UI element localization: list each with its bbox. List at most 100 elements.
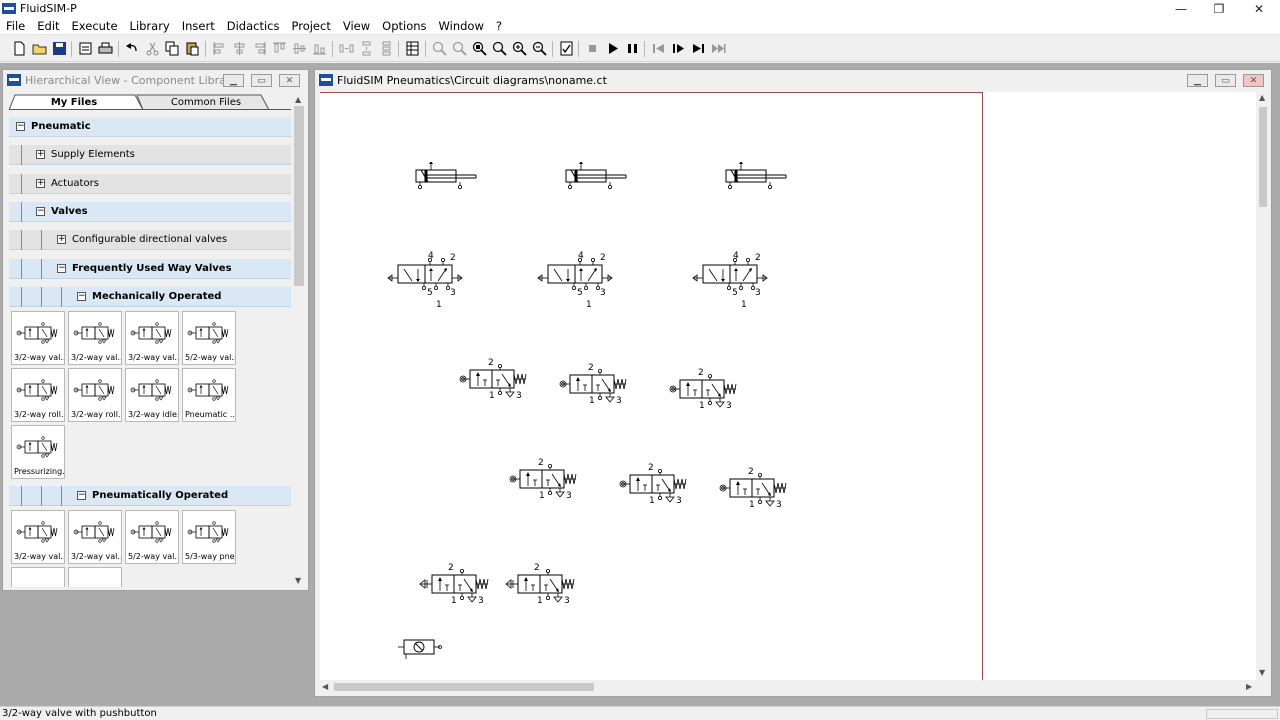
- library-scrollbar[interactable]: ▲ ▼: [292, 94, 306, 588]
- align-center-icon[interactable]: [231, 40, 248, 57]
- parts-list-icon[interactable]: [404, 40, 421, 57]
- cut-icon[interactable]: [144, 40, 161, 57]
- collapse-icon[interactable]: −: [16, 122, 25, 131]
- three-two-way-valve[interactable]: 2 1 3: [418, 563, 490, 609]
- scroll-up-icon[interactable]: ▲: [295, 95, 301, 104]
- menu-help[interactable]: ?: [490, 19, 508, 33]
- tree-node-configurable-valves[interactable]: + Configurable directional valves: [9, 230, 291, 250]
- tree-node-actuators[interactable]: + Actuators: [9, 174, 291, 194]
- minimize-button[interactable]: —: [1162, 0, 1200, 17]
- stop-icon[interactable]: [584, 40, 601, 57]
- zoom-previous-icon[interactable]: [451, 40, 468, 57]
- print-icon[interactable]: [97, 40, 114, 57]
- menu-window[interactable]: Window: [433, 19, 490, 33]
- three-two-way-valve[interactable]: 2 1 3: [458, 358, 530, 404]
- component-tile[interactable]: 3/2-way roll...: [11, 368, 65, 422]
- copy-icon[interactable]: [164, 40, 181, 57]
- new-file-icon[interactable]: [11, 40, 28, 57]
- zoom-fit-icon[interactable]: [431, 40, 448, 57]
- diagram-minimize-button[interactable]: ▁: [1187, 74, 1208, 87]
- double-acting-cylinder[interactable]: [412, 162, 482, 192]
- align-top-icon[interactable]: [271, 40, 288, 57]
- tree-node-pneumatically-operated[interactable]: − Pneumatically Operated: [9, 486, 291, 506]
- component-tile[interactable]: 3/2-way idle...: [125, 368, 179, 422]
- check-drawing-icon[interactable]: [558, 40, 575, 57]
- menu-didactics[interactable]: Didactics: [221, 19, 286, 33]
- distribute-horizontal-icon[interactable]: [338, 40, 355, 57]
- expand-icon[interactable]: +: [57, 235, 66, 244]
- tree-node-pneumatic[interactable]: − Pneumatic: [9, 117, 291, 137]
- zoom-window-icon[interactable]: [471, 40, 488, 57]
- fast-forward-icon[interactable]: [710, 40, 727, 57]
- menu-file[interactable]: File: [0, 19, 31, 33]
- three-two-way-valve[interactable]: 2 1 3: [504, 563, 576, 609]
- distribute-icon[interactable]: [378, 40, 395, 57]
- component-tile[interactable]: 5/3-way pne...: [182, 510, 236, 564]
- menu-project[interactable]: Project: [285, 19, 336, 33]
- align-right-icon[interactable]: [251, 40, 268, 57]
- print-preview-icon[interactable]: [77, 40, 94, 57]
- close-button[interactable]: ✕: [1240, 0, 1278, 17]
- diagram-horizontal-scrollbar[interactable]: ◀ ▶: [320, 680, 1256, 694]
- five-two-way-valve[interactable]: 4 2 5 3 1: [691, 251, 771, 310]
- diagram-vertical-scrollbar[interactable]: ▲ ▼: [1256, 92, 1270, 680]
- scroll-right-icon[interactable]: ▶: [1246, 682, 1252, 691]
- component-tile[interactable]: [11, 567, 65, 587]
- align-bottom-icon[interactable]: [311, 40, 328, 57]
- scroll-left-icon[interactable]: ◀: [322, 682, 328, 691]
- expand-icon[interactable]: +: [36, 150, 45, 159]
- scroll-down-icon[interactable]: ▼: [1259, 668, 1265, 677]
- simulate-to-end-icon[interactable]: [690, 40, 707, 57]
- tree-node-valves[interactable]: − Valves: [9, 202, 291, 222]
- scroll-down-icon[interactable]: ▼: [295, 576, 301, 585]
- shutoff-valve[interactable]: [396, 636, 446, 660]
- component-tile[interactable]: 5/2-way val...: [182, 311, 236, 365]
- collapse-icon[interactable]: −: [36, 207, 45, 216]
- component-tile[interactable]: 3/2-way val...: [125, 311, 179, 365]
- reset-icon[interactable]: [650, 40, 667, 57]
- zoom-all-icon[interactable]: [491, 40, 508, 57]
- save-icon[interactable]: [51, 40, 68, 57]
- open-folder-icon[interactable]: [31, 40, 48, 57]
- component-tile[interactable]: 3/2-way val...: [68, 311, 122, 365]
- zoom-out-icon[interactable]: [531, 40, 548, 57]
- collapse-icon[interactable]: −: [77, 491, 86, 500]
- three-two-way-valve[interactable]: 2 1 3: [508, 458, 580, 504]
- double-acting-cylinder[interactable]: [722, 162, 792, 192]
- menu-library[interactable]: Library: [124, 19, 176, 33]
- tree-node-mechanically-operated[interactable]: − Mechanically Operated: [9, 287, 291, 307]
- menu-options[interactable]: Options: [376, 19, 432, 33]
- restore-button[interactable]: ❐: [1200, 0, 1238, 17]
- scrollbar-thumb[interactable]: [1259, 107, 1267, 207]
- component-tile[interactable]: 3/2-way val...: [11, 311, 65, 365]
- single-step-icon[interactable]: [670, 40, 687, 57]
- collapse-icon[interactable]: −: [57, 264, 66, 273]
- undo-icon[interactable]: [124, 40, 141, 57]
- pause-icon[interactable]: [624, 40, 641, 57]
- library-minimize-button[interactable]: ▁: [223, 74, 244, 87]
- three-two-way-valve[interactable]: 2 1 3: [558, 363, 630, 409]
- component-tile[interactable]: 3/2-way roll...: [68, 368, 122, 422]
- diagram-close-button[interactable]: ✕: [1243, 74, 1264, 87]
- component-tile[interactable]: Pressurizing...: [11, 425, 65, 479]
- library-maximize-button[interactable]: ▭: [251, 74, 272, 87]
- tab-my-files[interactable]: My Files: [19, 94, 129, 110]
- scroll-up-icon[interactable]: ▲: [1259, 93, 1265, 102]
- circuit-canvas[interactable]: 4 2 5 3 1 4 2 5 3 1 4 2 5 3 1 2 1 3 2 1 …: [320, 92, 1256, 680]
- scrollbar-thumb[interactable]: [294, 106, 304, 286]
- five-two-way-valve[interactable]: 4 2 5 3 1: [386, 251, 466, 310]
- align-left-icon[interactable]: [211, 40, 228, 57]
- menu-view[interactable]: View: [337, 19, 376, 33]
- five-two-way-valve[interactable]: 4 2 5 3 1: [536, 251, 616, 310]
- scrollbar-thumb[interactable]: [334, 683, 594, 691]
- menu-edit[interactable]: Edit: [31, 19, 65, 33]
- zoom-in-icon[interactable]: [511, 40, 528, 57]
- component-tile[interactable]: 3/2-way val...: [11, 510, 65, 564]
- collapse-icon[interactable]: −: [77, 292, 86, 301]
- menu-execute[interactable]: Execute: [66, 19, 124, 33]
- component-tile[interactable]: 5/2-way val...: [125, 510, 179, 564]
- align-middle-icon[interactable]: [291, 40, 308, 57]
- diagram-maximize-button[interactable]: ▭: [1215, 74, 1236, 87]
- tab-common-files[interactable]: Common Files: [149, 94, 263, 110]
- double-acting-cylinder[interactable]: [562, 162, 632, 192]
